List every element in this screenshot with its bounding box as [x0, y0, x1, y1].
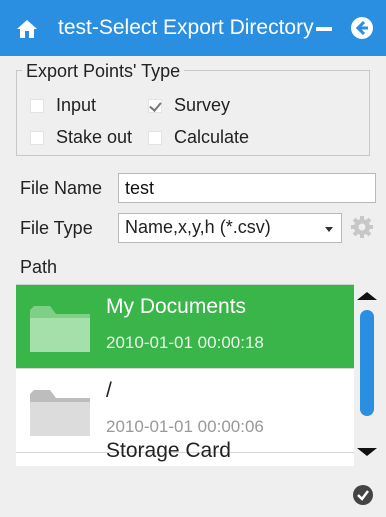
checkbox-box[interactable]	[30, 98, 44, 113]
checkbox-box[interactable]	[148, 130, 162, 145]
folder-name: /	[106, 379, 112, 402]
checkbox-input[interactable]: Input	[30, 95, 96, 116]
list-item[interactable]: Storage Card	[16, 439, 354, 466]
path-label: Path	[20, 257, 58, 277]
checkbox-box-checked[interactable]	[148, 98, 162, 113]
folder-name: Storage Card	[106, 439, 231, 462]
minimize-icon[interactable]	[316, 27, 332, 31]
checkbox-label: Calculate	[174, 127, 250, 147]
folder-date: 2010-01-01 00:00:18	[106, 333, 264, 352]
back-arrow-icon[interactable]	[350, 16, 374, 40]
checkbox-stake-out[interactable]: Stake out	[30, 127, 132, 148]
file-type-value: Name,x,y,h (*.csv)	[125, 217, 271, 237]
folder-name: My Documents	[106, 295, 247, 318]
gear-icon[interactable]	[350, 215, 374, 239]
folder-icon	[30, 306, 90, 352]
check-circle-icon[interactable]	[352, 484, 374, 506]
file-type-label: File Type	[20, 218, 93, 238]
checkbox-label: Stake out	[56, 127, 133, 147]
scrollbar[interactable]	[354, 284, 380, 466]
window-title: test-Select Export Directory	[58, 16, 314, 39]
list-item[interactable]: My Documents 2010-01-01 00:00:18	[16, 285, 354, 369]
scroll-down-icon[interactable]	[357, 448, 377, 456]
scroll-thumb[interactable]	[360, 310, 374, 416]
folder-date: 2010-01-01 00:00:06	[106, 417, 264, 436]
path-list: My Documents 2010-01-01 00:00:18 / 2010-…	[16, 284, 354, 466]
checkbox-calculate[interactable]: Calculate	[148, 127, 249, 148]
file-name-input[interactable]	[118, 173, 376, 203]
home-icon[interactable]	[16, 18, 38, 40]
file-type-select[interactable]: Name,x,y,h (*.csv)	[118, 213, 342, 243]
checkbox-label: Survey	[174, 95, 231, 115]
folder-icon	[30, 390, 90, 436]
file-name-label: File Name	[20, 178, 103, 198]
scroll-up-icon[interactable]	[357, 292, 377, 300]
checkbox-label: Input	[56, 95, 97, 115]
checkbox-survey[interactable]: Survey	[148, 95, 230, 116]
chevron-down-icon	[325, 227, 333, 232]
title-bar: test-Select Export Directory	[0, 0, 386, 56]
checkbox-box[interactable]	[30, 130, 44, 145]
export-points-type-legend: Export Points' Type	[22, 61, 185, 82]
